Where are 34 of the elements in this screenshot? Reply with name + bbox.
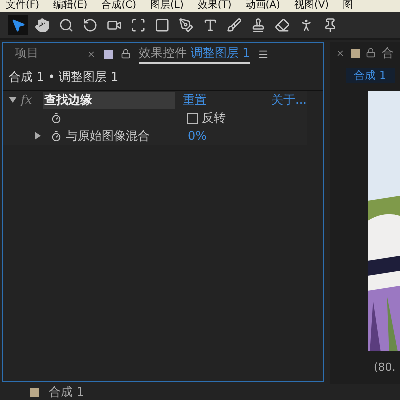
- lock-icon[interactable]: [366, 48, 376, 58]
- menu-icon[interactable]: [258, 48, 270, 60]
- viewer-tab[interactable]: 合成 1: [346, 68, 394, 83]
- reset-link[interactable]: 重置: [182, 92, 272, 108]
- close-icon[interactable]: [87, 50, 96, 58]
- menu-item[interactable]: 图: [343, 0, 354, 12]
- swatch-icon: [30, 388, 39, 396]
- checkbox-label: 反转: [202, 110, 226, 126]
- menu-item[interactable]: 视图(V): [294, 0, 330, 12]
- lock-icon[interactable]: [121, 49, 131, 59]
- swatch-icon: [104, 50, 113, 58]
- expand-triangle-icon[interactable]: [9, 97, 17, 103]
- property-label: 与原始图像混合: [66, 128, 151, 144]
- panel-tab[interactable]: 合: [382, 44, 394, 62]
- panel-tab[interactable]: 项目: [15, 44, 39, 64]
- menu-item[interactable]: 编辑(E): [54, 0, 88, 12]
- stopwatch-icon[interactable]: [51, 130, 62, 142]
- about-link[interactable]: 关于...: [272, 92, 307, 108]
- timeline-tab[interactable]: 合成 1: [49, 384, 84, 400]
- menu-item[interactable]: 动画(A): [246, 0, 280, 12]
- zoom-level[interactable]: (80.: [330, 357, 400, 384]
- stopwatch-icon[interactable]: [51, 112, 62, 124]
- menu-item[interactable]: 效果(T): [198, 0, 232, 12]
- fx-label[interactable]: fx: [21, 93, 43, 107]
- pointer-icon[interactable]: [8, 15, 28, 35]
- menu-item[interactable]: 合成(C): [102, 0, 136, 12]
- effect-name: 查找边缘: [42, 92, 175, 108]
- expand-triangle-icon[interactable]: [35, 132, 41, 140]
- close-icon[interactable]: [336, 48, 345, 58]
- menu-item[interactable]: 图层(L): [150, 0, 184, 12]
- property-value[interactable]: 0%: [188, 129, 208, 143]
- checkbox[interactable]: [187, 112, 198, 124]
- swatch-icon: [351, 48, 360, 58]
- panel-tab[interactable]: 效果控件 调整图层 1: [139, 44, 250, 64]
